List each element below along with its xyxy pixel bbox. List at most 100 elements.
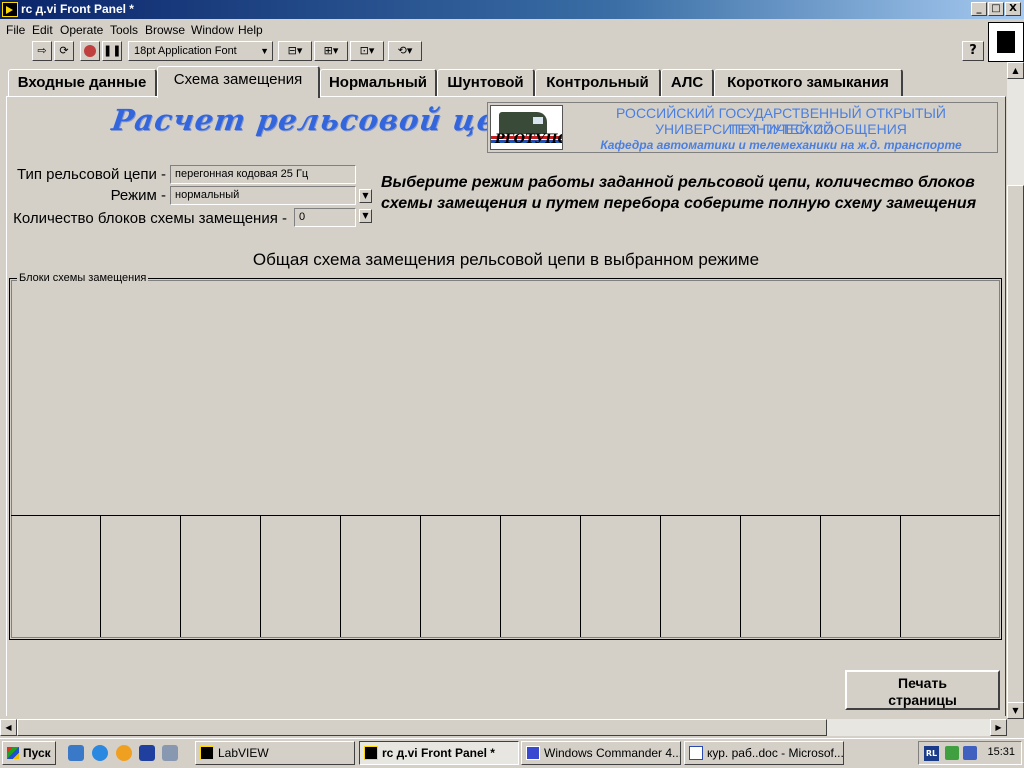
tab-normal[interactable]: Нормальный [320, 69, 437, 97]
tab-input-data[interactable]: Входные данные [8, 69, 157, 97]
menu-bar: File Edit Operate Tools Browse Window He… [0, 20, 986, 40]
language-indicator[interactable]: RL [924, 746, 939, 761]
print-button-line2: страницы [888, 692, 957, 708]
run-continuous-icon[interactable]: ⟳ [54, 41, 74, 61]
monitor-icon[interactable] [963, 746, 977, 760]
start-button[interactable]: Пуск [2, 741, 56, 765]
distribute-icon[interactable]: ⊞▾ [314, 41, 348, 61]
block-count-field[interactable]: 0 [294, 208, 356, 227]
calculator-icon[interactable] [162, 745, 178, 761]
context-help-button[interactable]: ? [962, 41, 984, 61]
task-word-doc[interactable]: кур. раб..doc - Microsof... [684, 741, 844, 765]
word-icon [689, 746, 703, 760]
media-player-icon[interactable] [116, 745, 132, 761]
block-cell[interactable] [821, 516, 901, 637]
tab-equivalent-scheme[interactable]: Схема замещения [157, 66, 320, 98]
print-button-line1: Печать [898, 675, 947, 691]
block-cell[interactable] [101, 516, 181, 637]
locomotive-icon [499, 112, 547, 134]
menu-edit[interactable]: Edit [32, 23, 53, 37]
task-label: кур. раб..doc - Microsof... [707, 746, 844, 760]
block-count-dropdown-arrow[interactable]: ▼ [359, 209, 372, 223]
block-count-label: Количество блоков схемы замещения - [13, 210, 287, 227]
tab-shunt[interactable]: Шунтовой [437, 69, 535, 97]
scheme-caption: Общая схема замещения рельсовой цепи в в… [252, 250, 760, 269]
floppy-icon[interactable] [139, 745, 155, 761]
block-cell[interactable] [261, 516, 341, 637]
block-cell[interactable] [741, 516, 821, 637]
tab-label: Входные данные [17, 74, 147, 91]
network-icon[interactable] [945, 746, 959, 760]
desktop-icon[interactable] [68, 745, 84, 761]
tab-label: Контрольный [546, 74, 649, 91]
start-label: Пуск [23, 746, 51, 760]
blocks-row [11, 515, 1000, 638]
internet-explorer-icon[interactable] [92, 745, 108, 761]
windows-flag-icon [7, 747, 19, 759]
tab-short-circuit[interactable]: Короткого замыкания [714, 69, 903, 97]
menu-window[interactable]: Window [191, 23, 234, 37]
scroll-right-icon[interactable]: ▶ [990, 719, 1007, 736]
close-button[interactable]: X [1005, 2, 1021, 16]
blocks-group-label: Блоки схемы замещения [17, 272, 149, 284]
pause-icon[interactable]: ❚❚ [102, 41, 122, 61]
menu-operate[interactable]: Operate [60, 23, 103, 37]
tab-label: АЛС [670, 74, 704, 91]
tab-control[interactable]: Контрольный [535, 69, 661, 97]
block-cell[interactable] [341, 516, 421, 637]
instruction-text: Выберите режим работы заданной рельсовой… [381, 174, 977, 212]
font-select[interactable]: 18pt Application Font ▼ [128, 41, 273, 61]
block-cell[interactable] [181, 516, 261, 637]
horizontal-scroll-thumb[interactable] [17, 719, 827, 736]
university-logo: РГОТУПС [490, 105, 563, 150]
window-title: rc д.vi Front Panel * [21, 2, 134, 16]
university-banner: РГОТУПС РОССИЙСКИЙ ГОСУДАРСТВЕННЫЙ ОТКРЫ… [487, 102, 998, 153]
department-name: Кафедра автоматики и телемеханики на ж.д… [600, 138, 962, 152]
minimize-button[interactable]: _ [971, 2, 987, 16]
clock: 15:31 [987, 746, 1015, 758]
menu-tools[interactable]: Tools [110, 23, 138, 37]
labview-app-icon[interactable] [2, 2, 18, 17]
block-cell[interactable] [581, 516, 661, 637]
menu-browse[interactable]: Browse [145, 23, 185, 37]
abort-icon[interactable] [80, 41, 100, 61]
page-title: Расчет рельсовой цепи [109, 103, 544, 137]
print-page-button[interactable]: Печать страницы [845, 670, 1000, 710]
maximize-button[interactable]: □ [988, 2, 1004, 16]
font-select-value: 18pt Application Font [134, 45, 237, 57]
task-labview[interactable]: LabVIEW [195, 741, 355, 765]
tab-label: Нормальный [328, 74, 428, 91]
tab-label: Короткого замыкания [727, 74, 889, 91]
run-arrow-icon[interactable]: ⇨ [32, 41, 52, 61]
task-windows-commander[interactable]: Windows Commander 4.... [521, 741, 681, 765]
scroll-left-icon[interactable]: ◀ [0, 719, 17, 736]
block-cell[interactable] [11, 516, 101, 637]
mode-label: Режим - [110, 187, 166, 204]
mode-field[interactable]: нормальный [170, 186, 356, 205]
reorder-icon[interactable]: ⟲▾ [388, 41, 422, 61]
align-icon[interactable]: ⊟▾ [278, 41, 312, 61]
vertical-scroll-thumb[interactable] [1007, 185, 1024, 715]
menu-help[interactable]: Help [238, 23, 263, 37]
mode-dropdown-arrow[interactable]: ▼ [359, 189, 372, 203]
scroll-down-icon[interactable]: ▼ [1007, 702, 1024, 719]
tab-label: Шунтовой [447, 74, 524, 91]
menu-file[interactable]: File [6, 23, 25, 37]
block-cell[interactable] [421, 516, 501, 637]
resize-icon[interactable]: ⊡▾ [350, 41, 384, 61]
windows-commander-icon [526, 746, 540, 760]
block-cell[interactable] [661, 516, 741, 637]
window-title-bar[interactable]: rc д.vi Front Panel * _ □ X [0, 0, 1024, 19]
task-front-panel[interactable]: rc д.vi Front Panel * [359, 741, 519, 765]
chevron-down-icon: ▼ [260, 46, 269, 56]
task-label: rc д.vi Front Panel * [382, 746, 495, 760]
labview-icon [200, 746, 214, 760]
task-label: Windows Commander 4.... [544, 746, 681, 760]
circuit-type-label: Тип рельсовой цепи - [16, 166, 166, 183]
vi-icon[interactable] [988, 22, 1024, 62]
scroll-up-icon[interactable]: ▲ [1007, 62, 1024, 79]
tab-als[interactable]: АЛС [661, 69, 714, 97]
logo-text: РГОТУПС [495, 132, 563, 147]
circuit-type-field[interactable]: перегонная кодовая 25 Гц [170, 165, 356, 184]
block-cell[interactable] [501, 516, 581, 637]
